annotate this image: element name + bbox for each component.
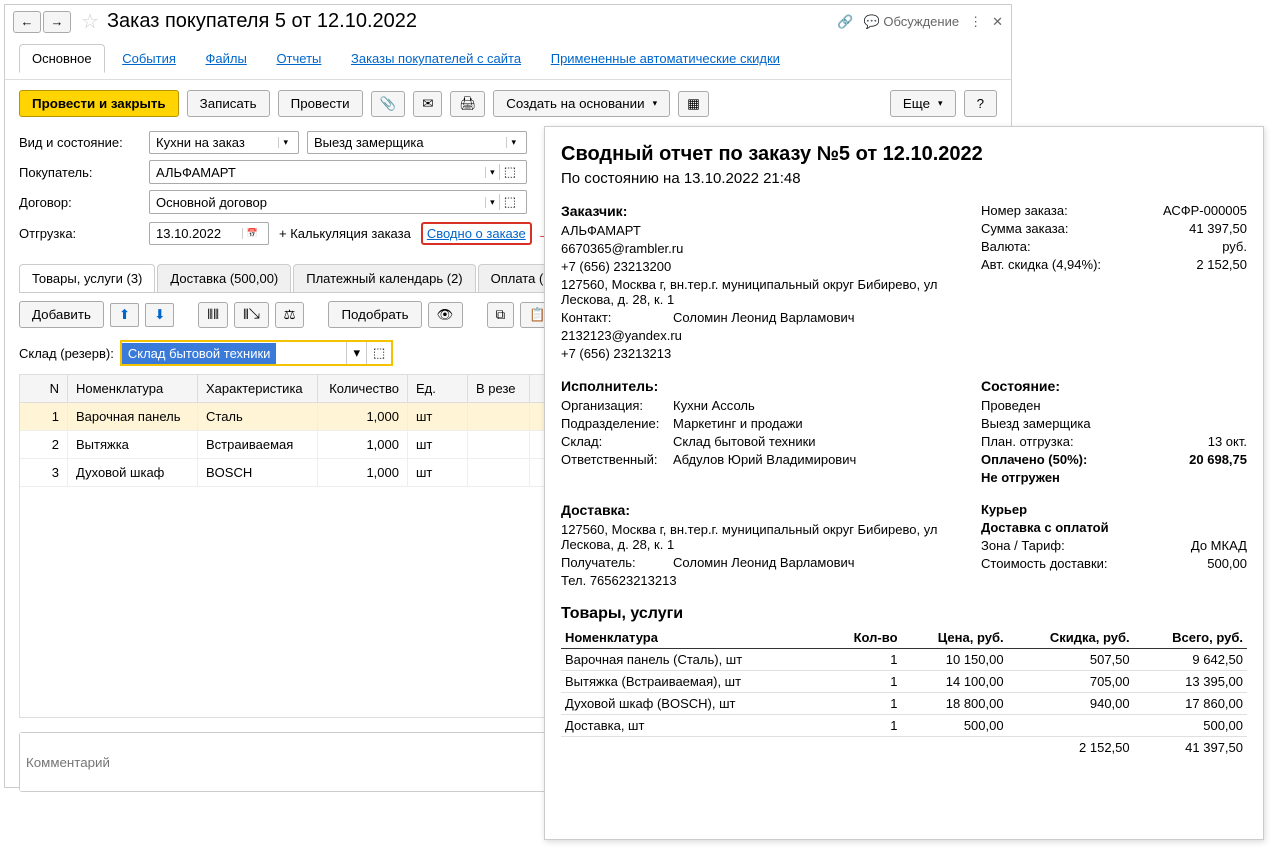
kebab-menu-icon[interactable]: ⋮ xyxy=(969,14,982,30)
state-select[interactable]: Выезд замерщика▾ xyxy=(307,131,527,154)
move-down-button[interactable]: ⬇ xyxy=(145,303,174,327)
post-and-close-button[interactable]: Провести и закрыть xyxy=(19,90,179,117)
main-tabs: Основное События Файлы Отчеты Заказы пок… xyxy=(5,38,1011,80)
summary-link[interactable]: Сводно о заказе xyxy=(427,226,526,241)
subtab-payment-calendar[interactable]: Платежный календарь (2) xyxy=(293,264,475,292)
toolbar: Провести и закрыть Записать Провести 📎 ✉… xyxy=(5,80,1011,127)
th-characteristic[interactable]: Характеристика xyxy=(198,375,318,402)
link-icon[interactable]: 🔗 xyxy=(837,14,853,30)
report-asof: По состоянию на 13.10.2022 21:48 xyxy=(561,170,1247,187)
pick-button[interactable]: Подобрать xyxy=(328,301,421,328)
more-button[interactable]: Еще xyxy=(890,90,956,117)
buyer-input[interactable]: АЛЬФАМАРТ▾⬚ xyxy=(149,160,527,184)
help-button[interactable]: ? xyxy=(964,90,997,117)
tab-auto-discounts[interactable]: Примененные автоматические скидки xyxy=(539,45,792,72)
tab-events[interactable]: События xyxy=(110,45,188,72)
th-reserve[interactable]: В резе xyxy=(468,375,530,402)
close-icon[interactable]: ✕ xyxy=(992,14,1003,30)
customer-heading: Заказчик: xyxy=(561,203,961,219)
tab-main[interactable]: Основное xyxy=(19,44,105,73)
kind-select[interactable]: Кухни на заказ▾ xyxy=(149,131,299,154)
tab-files[interactable]: Файлы xyxy=(194,45,259,72)
status-heading: Состояние: xyxy=(981,378,1247,394)
buyer-label: Покупатель: xyxy=(19,165,149,180)
subtab-goods[interactable]: Товары, услуги (3) xyxy=(19,264,155,292)
kind-label: Вид и состояние: xyxy=(19,135,149,150)
calculation-link[interactable]: + Калькуляция заказа xyxy=(279,226,411,241)
tab-reports[interactable]: Отчеты xyxy=(264,45,333,72)
th-unit[interactable]: Ед. xyxy=(408,375,468,402)
structure-button[interactable]: ▦ xyxy=(678,91,709,117)
delivery-heading: Доставка: xyxy=(561,502,961,518)
summary-link-highlight: Сводно о заказе xyxy=(421,222,532,245)
favorite-icon[interactable]: ☆ xyxy=(81,9,99,34)
shipment-date-input[interactable]: 13.10.2022📅 xyxy=(149,222,269,245)
contract-label: Договор: xyxy=(19,195,149,210)
save-button[interactable]: Записать xyxy=(187,90,270,117)
executor-heading: Исполнитель: xyxy=(561,378,961,394)
view-button[interactable]: 👁 xyxy=(428,302,463,328)
weight-button[interactable]: ⚖ xyxy=(275,302,305,328)
th-quantity[interactable]: Количество xyxy=(318,375,408,402)
mail-button[interactable]: ✉ xyxy=(413,91,442,117)
post-button[interactable]: Провести xyxy=(278,90,363,117)
th-n[interactable]: N xyxy=(20,375,68,402)
tab-site-orders[interactable]: Заказы покупателей с сайта xyxy=(339,45,533,72)
goods-heading: Товары, услуги xyxy=(561,605,1247,623)
create-based-button[interactable]: Создать на основании xyxy=(493,90,670,117)
th-nomenclature[interactable]: Номенклатура xyxy=(68,375,198,402)
subtab-delivery[interactable]: Доставка (500,00) xyxy=(157,264,291,292)
copy-button[interactable]: ⧉ xyxy=(487,302,515,328)
warehouse-input[interactable]: Склад бытовой техники ▾ ⬚ xyxy=(120,340,393,366)
report-title: Сводный отчет по заказу №5 от 12.10.2022 xyxy=(561,143,1247,166)
report-goods-table: Номенклатура Кол-во Цена, руб. Скидка, р… xyxy=(561,627,1247,758)
move-up-button[interactable]: ⬆ xyxy=(110,303,139,327)
attach-menu[interactable]: 📎 xyxy=(371,91,406,117)
barcode-button[interactable]: ⦀⦀ xyxy=(198,302,228,328)
forward-button[interactable]: → xyxy=(43,11,71,33)
add-row-button[interactable]: Добавить xyxy=(19,301,104,328)
titlebar: ← → ☆ Заказ покупателя 5 от 12.10.2022 🔗… xyxy=(5,5,1011,38)
print-menu[interactable]: 🖨 xyxy=(450,91,485,117)
discussion-button[interactable]: 💬 Обсуждение xyxy=(864,14,960,30)
page-title: Заказ покупателя 5 от 12.10.2022 xyxy=(107,10,837,33)
shipment-label: Отгрузка: xyxy=(19,226,149,241)
scanner-button[interactable]: ⦀↘ xyxy=(234,302,269,328)
warehouse-label: Склад (резерв): xyxy=(19,346,114,361)
back-button[interactable]: ← xyxy=(13,11,41,33)
contract-input[interactable]: Основной договор▾⬚ xyxy=(149,190,527,214)
summary-report-panel: Сводный отчет по заказу №5 от 12.10.2022… xyxy=(544,126,1264,840)
